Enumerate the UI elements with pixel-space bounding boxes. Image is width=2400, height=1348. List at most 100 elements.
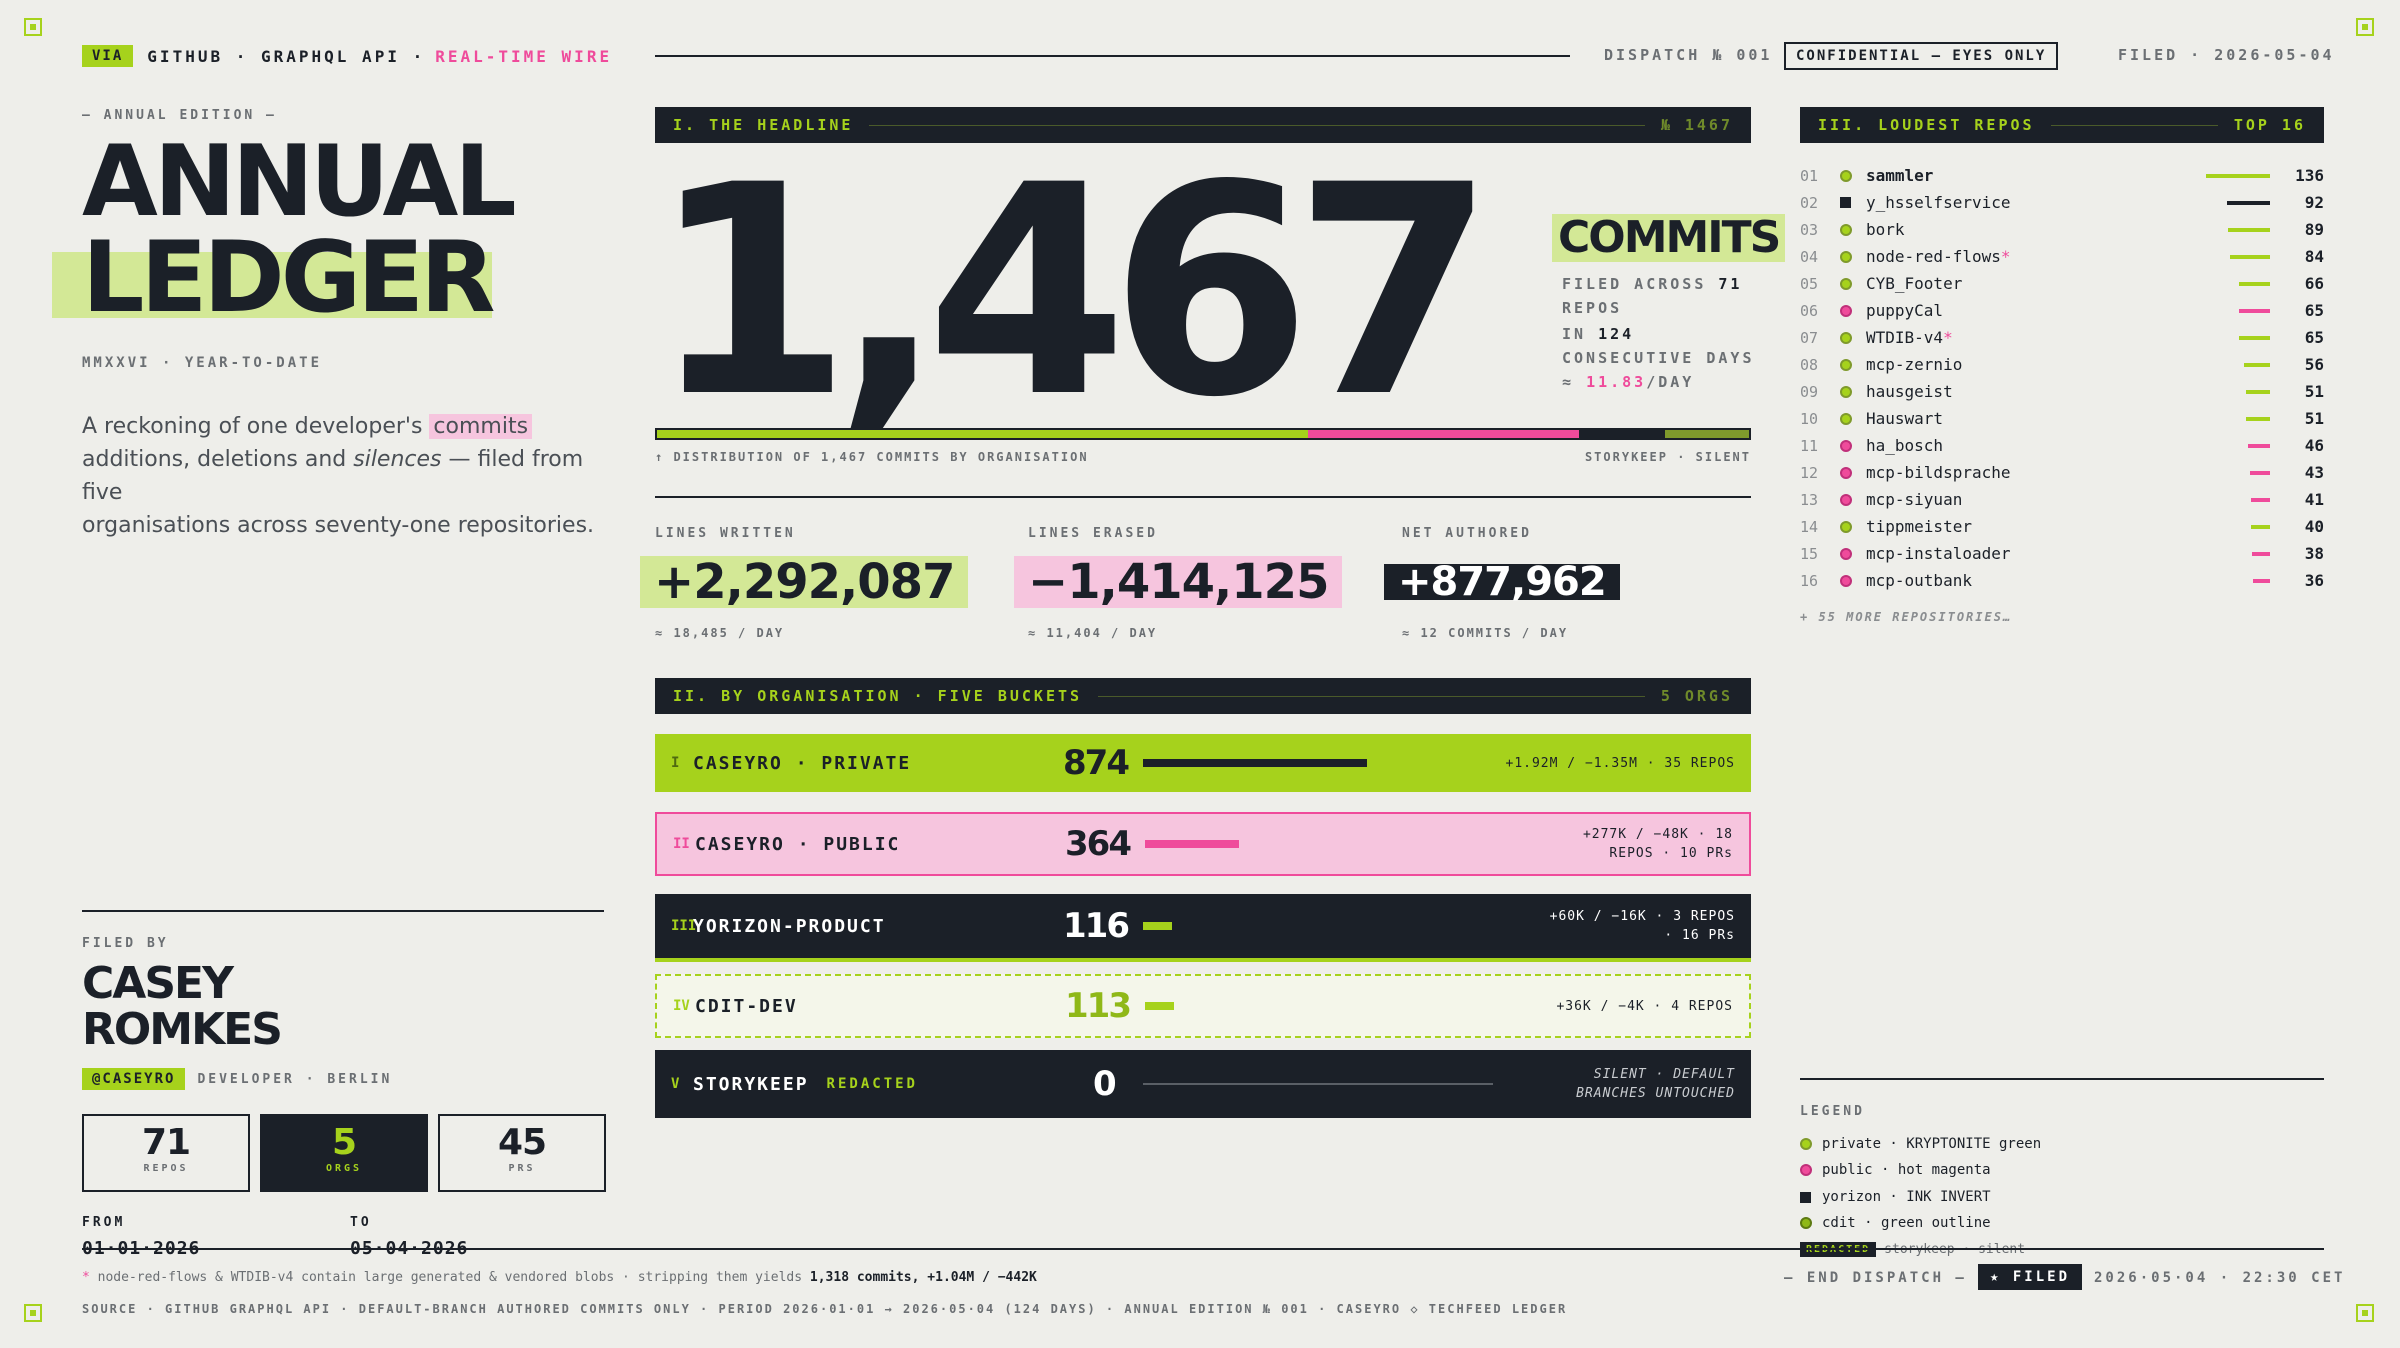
repo-name: Hauswart xyxy=(1866,409,2246,428)
headline-unit: COMMITS xyxy=(1552,214,1786,262)
repo-row-mcp-bildsprache[interactable]: 12 mcp-bildsprache 43 xyxy=(1800,459,2324,486)
author-handle[interactable]: @CASEYRO xyxy=(82,1068,186,1090)
source-line: SOURCE · GITHUB GRAPHQL API · DEFAULT-BR… xyxy=(82,1302,1568,1316)
repo-name-text: mcp-siyuan xyxy=(1866,490,1963,509)
stat-repos-label: REPOS xyxy=(143,1163,189,1174)
repo-row-ha_bosch[interactable]: 11 ha_bosch 46 xyxy=(1800,432,2324,459)
repo-index: 16 xyxy=(1800,571,1819,590)
stat-orgs: 5 ORGS xyxy=(260,1114,428,1192)
repo-name-text: y_hsselfservice xyxy=(1866,193,2011,212)
repo-commit-count: 65 xyxy=(2304,301,2324,320)
repo-commit-count: 51 xyxy=(2304,382,2324,401)
repo-row-bork[interactable]: 03 bork 89 xyxy=(1800,216,2324,243)
title-line1: ANNUAL xyxy=(82,125,517,239)
org-row-yorizon-product[interactable]: III YORIZON-PRODUCT 116 +60K / −16K · 3 … xyxy=(655,894,1751,962)
org-bar-track xyxy=(1145,1002,1495,1010)
title-line2: LEDGER xyxy=(82,221,496,335)
org-commit-count: 116 xyxy=(1063,906,1130,946)
footer-note-text: node-red-flows & WTDIB-v4 contain large … xyxy=(97,1270,803,1285)
repo-spark-bar xyxy=(2239,335,2270,340)
orgs-count: 5 ORGS xyxy=(1660,687,1733,705)
org-row-storykeep[interactable]: V STORYKEEP REDACTED 0 SILENT · DEFAULT … xyxy=(655,1050,1751,1118)
repo-row-y_hsselfservice[interactable]: 02 y_hsselfservice 92 xyxy=(1800,189,2324,216)
repo-name-text: ha_bosch xyxy=(1866,436,1944,455)
filed-date: FILED · 2026-05-04 xyxy=(2118,46,2335,64)
repo-spark-bar xyxy=(2206,173,2270,178)
distribution-segment-caseyro-public xyxy=(1307,430,1579,438)
repo-name-text: Hauswart xyxy=(1866,409,1944,428)
repo-dot-icon xyxy=(1840,304,1852,317)
redacted-tag: REDACTED xyxy=(826,1076,918,1092)
repo-row-sammler[interactable]: 01 sammler 136 xyxy=(1800,162,2324,189)
repo-spark-bar xyxy=(2246,416,2270,421)
lines-erased-rate: ≈ 11,404 / DAY xyxy=(1028,626,1158,640)
footer-timestamp: 2026·05·04 · 22:30 CET xyxy=(2094,1270,2346,1286)
lines-written-value: +2,292,087 xyxy=(640,556,969,608)
org-meta: +277K / −48K · 18 REPOS · 10 PRs xyxy=(1582,827,1733,861)
repo-index: 04 xyxy=(1800,247,1819,266)
repo-name-text: hausgeist xyxy=(1866,382,1953,401)
repo-spark-bar xyxy=(2228,227,2270,232)
repo-name-text: mcp-bildsprache xyxy=(1866,463,2011,482)
org-name: CDIT-DEV xyxy=(695,995,798,1017)
fact-filed-across: FILED ACROSS xyxy=(1562,275,1707,293)
repo-row-WTDIB-v4[interactable]: 07 WTDIB-v4* 65 xyxy=(1800,324,2324,351)
repo-index: 07 xyxy=(1800,328,1819,347)
repo-name: WTDIB-v4* xyxy=(1866,328,2239,347)
subtitle: MMXXVI · YEAR-TO-DATE xyxy=(82,355,323,371)
intro-text-d: organisations across seventy-one reposit… xyxy=(82,513,595,538)
footer-note-highlight: 1,318 commits, +1.04M / −442K xyxy=(809,1270,1037,1285)
org-row-caseyro-public[interactable]: II CASEYRO · PUBLIC 364 +277K / −48K · 1… xyxy=(655,812,1751,876)
net-authored-value: +877,962 xyxy=(1384,562,1620,602)
legend-label: yorizon · INK INVERT xyxy=(1822,1189,1991,1205)
repo-dot-icon xyxy=(1840,466,1852,479)
repo-row-mcp-zernio[interactable]: 08 mcp-zernio 56 xyxy=(1800,351,2324,378)
repo-commit-count: 51 xyxy=(2304,409,2324,428)
repo-index: 02 xyxy=(1800,193,1819,212)
wire-label: REAL-TIME WIRE xyxy=(435,46,613,66)
repo-row-puppyCal[interactable]: 06 puppyCal 65 xyxy=(1800,297,2324,324)
repo-row-mcp-outbank[interactable]: 16 mcp-outbank 36 xyxy=(1800,567,2324,594)
repos-section-title: III. LOUDEST REPOS xyxy=(1818,116,2035,134)
org-meta: +60K / −16K · 3 REPOS · 16 PRs xyxy=(1549,909,1735,943)
repo-dot-icon xyxy=(1840,250,1852,263)
repo-spark-bar xyxy=(2253,578,2270,583)
intro-text-a: A reckoning of one developer's xyxy=(82,414,423,439)
fact-days-label: CONSECUTIVE DAYS xyxy=(1562,349,1755,367)
repo-commit-count: 43 xyxy=(2304,463,2324,482)
stat-prs-label: PRS xyxy=(508,1163,536,1174)
legend-item-private: private · KRYPTONITE green xyxy=(1800,1136,2041,1152)
org-row-cdit-dev[interactable]: IV CDIT-DEV 113 +36K / −4K · 4 REPOS xyxy=(655,974,1751,1038)
repo-spark-bar xyxy=(2251,524,2270,529)
footer-note-star: * xyxy=(82,1270,90,1285)
edition-label: — ANNUAL EDITION — xyxy=(82,108,277,123)
repos-section-header: III. LOUDEST REPOS TOP 16 xyxy=(1800,107,2324,143)
net-authored-rate: ≈ 12 COMMITS / DAY xyxy=(1402,626,1569,640)
stat-prs: 45 PRS xyxy=(438,1114,606,1192)
repo-name-text: bork xyxy=(1866,220,1905,239)
repo-footnote-star: * xyxy=(2000,247,2011,266)
repo-row-mcp-siyuan[interactable]: 13 mcp-siyuan 41 xyxy=(1800,486,2324,513)
repo-index: 03 xyxy=(1800,220,1819,239)
repo-row-tippmeister[interactable]: 14 tippmeister 40 xyxy=(1800,513,2324,540)
repo-row-mcp-instaloader[interactable]: 15 mcp-instaloader 38 xyxy=(1800,540,2324,567)
source-label: GITHUB · GRAPHQL API · xyxy=(147,46,426,66)
to-label: TO xyxy=(350,1215,372,1230)
org-name: YORIZON-PRODUCT xyxy=(693,915,886,937)
more-repos-link[interactable]: + 55 MORE REPOSITORIES… xyxy=(1800,610,2012,624)
distribution-caption: ↑ DISTRIBUTION OF 1,467 COMMITS BY ORGAN… xyxy=(655,450,1089,464)
headline-facts: FILED ACROSS 71 REPOS IN 124 CONSECUTIVE… xyxy=(1562,272,1792,394)
repo-row-Hauswart[interactable]: 10 Hauswart 51 xyxy=(1800,405,2324,432)
fact-rate-unit: /DAY xyxy=(1646,373,1695,391)
repo-dot-icon xyxy=(1840,385,1852,398)
repo-index: 10 xyxy=(1800,409,1819,428)
repo-row-node-red-flows[interactable]: 04 node-red-flows* 84 xyxy=(1800,243,2324,270)
corner-mark-top-left xyxy=(24,18,42,36)
repo-dot-icon xyxy=(1840,574,1852,587)
org-row-caseyro-private[interactable]: I CASEYRO · PRIVATE 874 +1.92M / −1.35M … xyxy=(655,734,1751,792)
corner-mark-top-right xyxy=(2356,18,2374,36)
filed-by-label: FILED BY xyxy=(82,936,169,951)
distribution-segment-yorizon-product xyxy=(1578,430,1665,438)
repo-row-CYB_Footer[interactable]: 05 CYB_Footer 66 xyxy=(1800,270,2324,297)
repo-row-hausgeist[interactable]: 09 hausgeist 51 xyxy=(1800,378,2324,405)
